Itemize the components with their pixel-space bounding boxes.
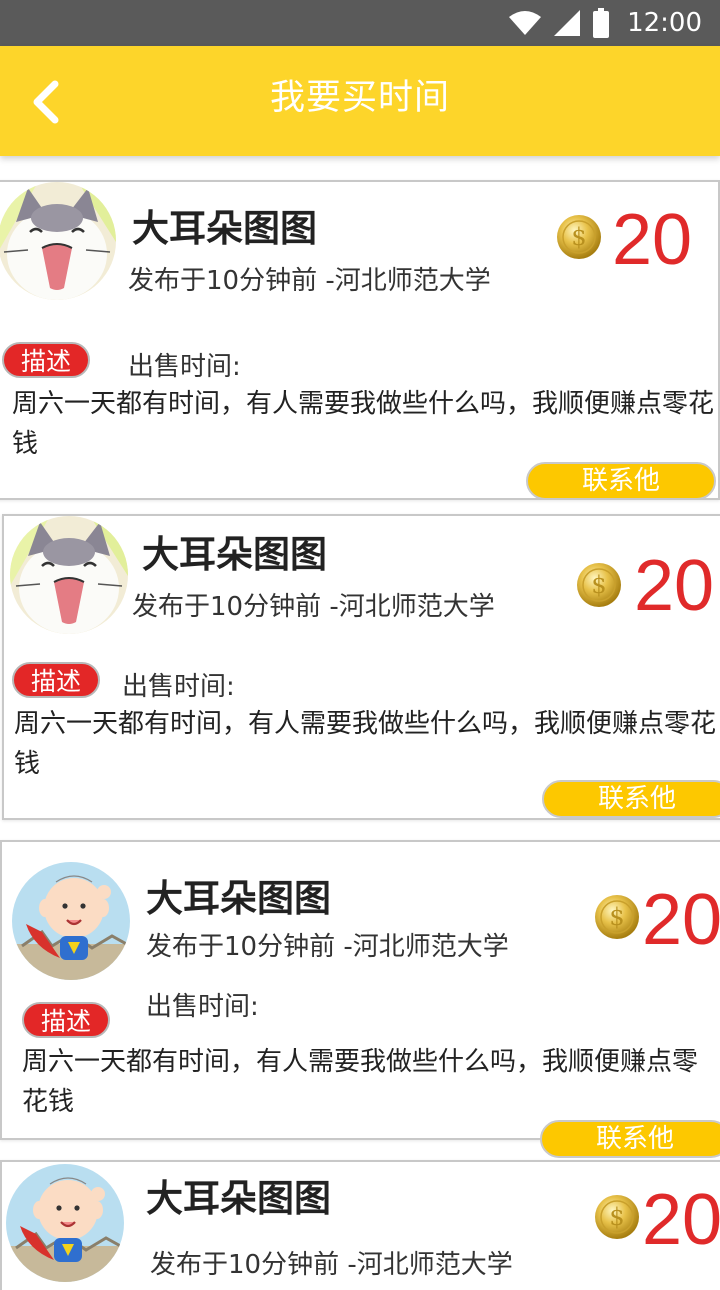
back-button[interactable] [24, 78, 68, 126]
sale-time-label: 出售时间: [128, 352, 241, 382]
description-tag: 描述 [2, 342, 90, 378]
sale-time-label: 出售时间: [122, 672, 235, 702]
seller-name: 大耳朵图图 [146, 1177, 331, 1220]
coin-icon [576, 562, 622, 608]
description-tag: 描述 [22, 1002, 110, 1038]
price-value: 20 [642, 1180, 720, 1260]
chevron-left-icon [33, 80, 59, 124]
listing-card[interactable]: 大耳朵图图 发布于10分钟前 -河北师范大学 20 描述 出售时间: 周六一天都… [0, 840, 720, 1140]
signal-icon [554, 10, 581, 36]
post-meta: 发布于10分钟前 -河北师范大学 [150, 1250, 513, 1280]
coin-icon [556, 214, 602, 260]
listing-description: 周六一天都有时间，有人需要我做些什么吗，我顺便赚点零花钱 [22, 1047, 699, 1117]
contact-button[interactable]: 联系他 [526, 462, 716, 498]
page-title: 我要买时间 [269, 78, 450, 118]
contact-button[interactable]: 联系他 [542, 780, 720, 818]
post-meta: 发布于10分钟前 -河北师范大学 [132, 592, 495, 622]
listing-description: 周六一天都有时间，有人需要我做些什么吗，我顺便赚点零花钱 [12, 389, 715, 459]
post-meta: 发布于10分钟前 -河北师范大学 [146, 932, 509, 962]
kitten-avatar[interactable] [10, 516, 128, 634]
coin-icon [594, 894, 640, 940]
status-time: 12:00 [627, 8, 702, 38]
status-icons: 12:00 [509, 0, 702, 46]
price-value: 20 [634, 546, 715, 626]
price-value: 20 [642, 880, 720, 960]
post-meta: 发布于10分钟前 -河北师范大学 [128, 266, 491, 296]
description-tag: 描述 [12, 662, 100, 698]
kitten-avatar[interactable] [0, 182, 116, 300]
seller-name: 大耳朵图图 [132, 207, 317, 250]
wifi-icon [509, 11, 542, 35]
listing-card[interactable]: 大耳朵图图 发布于10分钟前 -河北师范大学 20 描述 出售时间: 周六一天都… [2, 514, 720, 820]
listing-card[interactable]: 大耳朵图图 发布于10分钟前 -河北师范大学 20 [0, 1160, 720, 1290]
superhero-baby-avatar[interactable] [6, 1164, 124, 1282]
app-bar: 我要买时间 [0, 46, 720, 156]
seller-name: 大耳朵图图 [146, 877, 331, 920]
sale-time-label: 出售时间: [146, 992, 259, 1022]
listing-description: 周六一天都有时间，有人需要我做些什么吗，我顺便赚点零花钱 [14, 709, 717, 779]
superhero-baby-avatar[interactable] [12, 862, 130, 980]
seller-name: 大耳朵图图 [142, 533, 327, 576]
battery-icon [593, 8, 610, 38]
price-value: 20 [612, 200, 693, 280]
listing-card[interactable]: 大耳朵图图 发布于10分钟前 -河北师范大学 20 描述 出售时间: 周六一天都… [0, 180, 720, 500]
status-bar: 12:00 [0, 0, 720, 46]
coin-icon [594, 1194, 640, 1240]
contact-button[interactable]: 联系他 [540, 1120, 720, 1158]
